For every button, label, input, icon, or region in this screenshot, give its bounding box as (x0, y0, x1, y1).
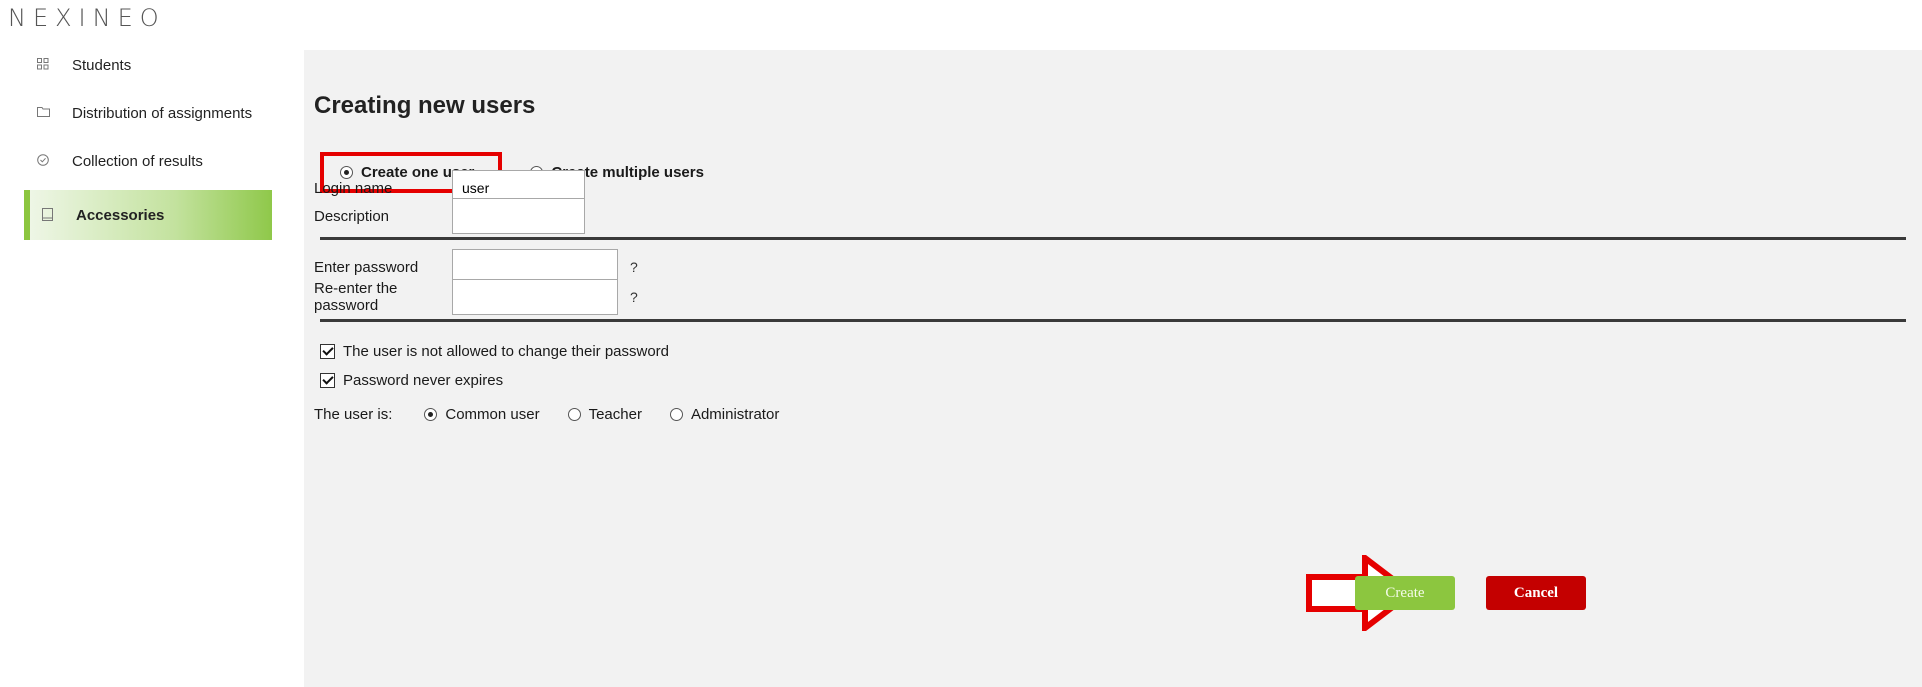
role-teacher[interactable]: Teacher (567, 406, 642, 423)
radio-common-user[interactable] (424, 408, 438, 421)
no-change-password-label: The user is not allowed to change their … (343, 343, 670, 360)
no-change-password-option[interactable]: The user is not allowed to change their … (320, 343, 669, 360)
never-expires-label: Password never expires (343, 372, 504, 389)
sidebar: Students Distribution of assignments Col… (0, 46, 272, 250)
password-help-icon[interactable]: ? (630, 259, 638, 275)
description-row: Description (314, 198, 585, 234)
main-panel: Creating new users Create one user Creat… (304, 50, 1922, 687)
check-circle-icon (36, 154, 50, 168)
description-label: Description (314, 207, 390, 225)
login-name-label: Login name (314, 179, 393, 197)
divider (320, 319, 1906, 322)
user-role-selector: The user is: Common user Teacher Adminis… (314, 406, 807, 423)
enter-password-label: Enter password (314, 258, 419, 276)
sidebar-item-label: Collection of results (72, 152, 203, 170)
never-expires-checkbox[interactable] (320, 373, 335, 388)
role-option-label: Common user (445, 406, 540, 423)
sidebar-item-label: Distribution of assignments (72, 104, 253, 122)
user-role-label: The user is: (314, 406, 393, 423)
never-expires-option[interactable]: Password never expires (320, 372, 503, 389)
role-administrator[interactable]: Administrator (669, 406, 780, 423)
sidebar-item-label: Accessories (76, 206, 165, 224)
grid-icon (36, 58, 50, 72)
sidebar-item-label: Students (72, 56, 132, 74)
divider (320, 237, 1906, 240)
radio-teacher[interactable] (567, 408, 581, 421)
sidebar-item-accessories[interactable]: Accessories (24, 190, 272, 240)
reenter-password-input[interactable] (452, 279, 618, 315)
reenter-password-label: Re-enter the password (314, 280, 398, 314)
role-option-label: Teacher (588, 406, 642, 423)
reenter-password-row: Re-enter the password ? (314, 279, 638, 315)
description-input[interactable] (452, 198, 585, 234)
sidebar-item-students[interactable]: Students (0, 46, 272, 84)
book-icon (40, 208, 54, 222)
page-title: Creating new users (314, 92, 536, 119)
sidebar-item-distribution[interactable]: Distribution of assignments (0, 94, 272, 132)
role-option-label: Administrator (690, 406, 780, 423)
cancel-button[interactable]: Cancel (1486, 576, 1586, 610)
no-change-password-checkbox[interactable] (320, 344, 335, 359)
radio-administrator[interactable] (669, 408, 683, 421)
role-common-user[interactable]: Common user (424, 406, 540, 423)
app-logo: NEXINEO (8, 4, 166, 32)
reenter-help-icon[interactable]: ? (630, 289, 638, 305)
sidebar-item-collection[interactable]: Collection of results (0, 142, 272, 180)
folder-icon (36, 106, 50, 120)
create-button[interactable]: Create (1355, 576, 1455, 610)
